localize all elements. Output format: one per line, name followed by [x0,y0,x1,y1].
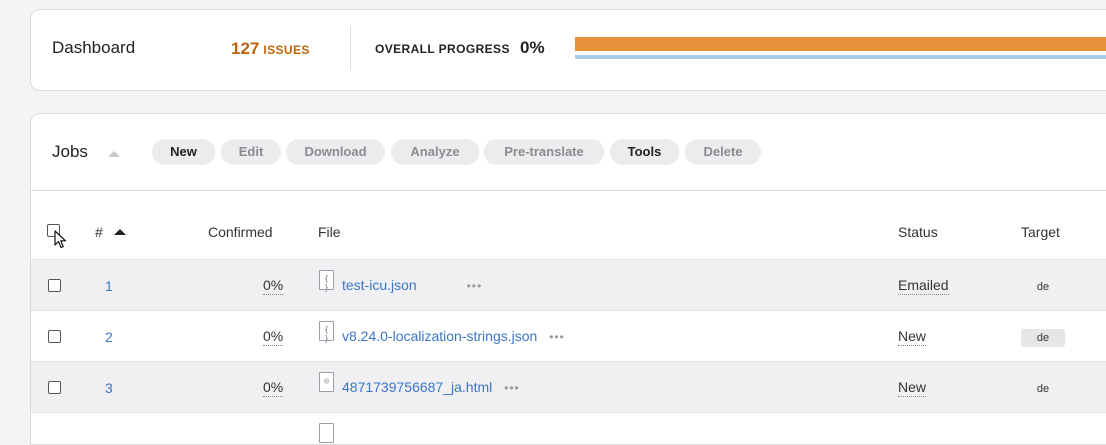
progress-bar [575,37,1106,51]
progress-bar-track [575,55,1106,59]
more-options-icon[interactable]: ••• [504,381,520,395]
new-button[interactable]: New [152,139,215,165]
table-row[interactable]: 3 0% ◎ 4871739756687_ja.html ••• New de [31,361,1106,413]
row-checkbox[interactable] [48,330,61,343]
file-link[interactable]: test-icu.json [342,277,417,293]
column-header-number[interactable]: # [95,224,103,240]
edit-button[interactable]: Edit [221,139,281,165]
target-language-badge: de [1036,281,1050,293]
html-file-icon: ◎ [319,372,334,392]
issues-label: ISSUES [263,43,310,57]
mouse-cursor-icon [54,230,67,249]
more-options-icon[interactable]: ••• [549,330,565,344]
job-number-link[interactable]: 1 [105,278,113,294]
file-cell: test-icu.json ••• [342,277,482,293]
confirmed-value: 0% [263,379,284,397]
row-checkbox[interactable] [48,381,61,394]
file-link[interactable]: 4871739756687_ja.html [342,379,492,395]
pre-translate-button[interactable]: Pre-translate [484,139,604,165]
file-link[interactable]: v8.24.0-localization-strings.json [342,328,537,344]
collapse-icon[interactable] [108,151,120,157]
sort-ascending-icon[interactable] [114,229,126,235]
overall-progress-value: 0% [520,38,545,57]
divider [350,26,351,70]
issues-count: 127 [231,39,260,58]
confirmed-value: 0% [263,328,284,346]
toolbar-divider [31,190,1106,191]
column-header-file[interactable]: File [318,224,341,240]
tools-button[interactable]: Tools [610,139,679,165]
issues-counter[interactable]: 127 ISSUES [231,39,310,59]
status-value: Emailed [898,277,949,295]
analyze-button[interactable]: Analyze [391,139,479,165]
dashboard-panel: Dashboard 127 ISSUES OVERALL PROGRESS 0% [30,9,1106,91]
job-number-link[interactable]: 3 [105,380,113,396]
delete-button[interactable]: Delete [685,139,761,165]
target-language-badge: de [1021,329,1065,347]
target-language-badge: de [1036,383,1050,395]
file-icon [319,423,334,443]
confirmed-value: 0% [263,277,284,295]
more-options-icon[interactable]: ••• [467,279,483,293]
column-header-status[interactable]: Status [898,224,938,240]
job-number-link[interactable]: 2 [105,329,113,345]
overall-progress-label: OVERALL PROGRESS [375,42,510,56]
table-row[interactable] [31,412,1106,444]
column-header-confirmed[interactable]: Confirmed [208,224,273,240]
json-file-icon: { } [319,270,334,292]
status-value: New [898,379,927,397]
dashboard-title: Dashboard [52,38,136,57]
table-row[interactable]: 2 0% { } v8.24.0-localization-strings.js… [31,310,1106,362]
file-cell: 4871739756687_ja.html ••• [342,379,520,395]
download-button[interactable]: Download [286,139,385,165]
table-row[interactable]: 1 0% { } test-icu.json ••• Emailed de [31,259,1106,311]
json-file-icon: { } [319,321,334,343]
status-value: New [898,328,927,346]
file-cell: v8.24.0-localization-strings.json ••• [342,328,565,344]
column-header-target[interactable]: Target [1021,224,1060,240]
jobs-title: Jobs [52,142,88,161]
jobs-panel: Jobs New Edit Download Analyze Pre-trans… [30,113,1106,445]
row-checkbox[interactable] [48,279,61,292]
